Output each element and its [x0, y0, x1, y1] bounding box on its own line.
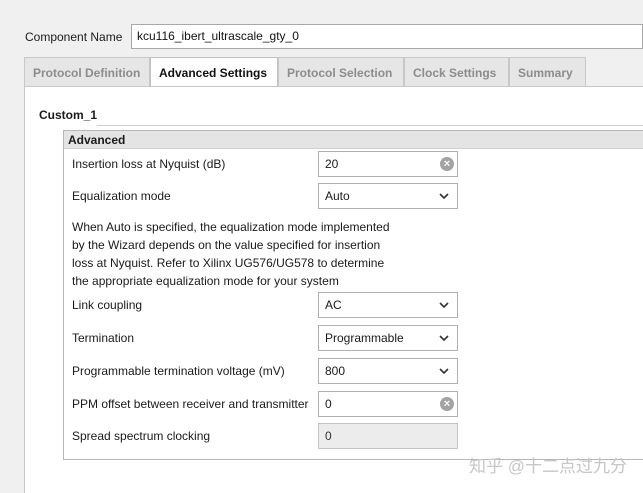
- link-coupling-value: AC: [325, 298, 342, 312]
- tab-summary[interactable]: Summary: [509, 57, 586, 86]
- description-line: When Auto is specified, the equalization…: [72, 220, 390, 234]
- advanced-settings-panel: Custom_1 Advanced Insertion loss at Nyqu…: [24, 86, 643, 493]
- component-name-input[interactable]: kcu116_ibert_ultrascale_gty_0: [131, 24, 643, 49]
- link-coupling-label: Link coupling: [72, 298, 143, 312]
- equalization-mode-value: Auto: [325, 189, 350, 203]
- description-line: loss at Nyquist. Refer to Xilinx UG576/U…: [72, 256, 385, 270]
- link-coupling-select[interactable]: AC: [318, 292, 458, 318]
- watermark: 知乎 @十二点过九分: [469, 457, 627, 476]
- ppm-offset-input[interactable]: 0 ×: [318, 391, 458, 417]
- termination-value: Programmable: [325, 331, 404, 345]
- group-title: Advanced: [64, 131, 643, 149]
- spread-spectrum-value: 0: [325, 429, 332, 443]
- chevron-down-icon: [439, 335, 449, 342]
- chevron-down-icon: [439, 302, 449, 309]
- equalization-description: When Auto is specified, the equalization…: [72, 218, 412, 290]
- description-line: by the Wizard depends on the value speci…: [72, 238, 381, 252]
- tab-advanced-settings[interactable]: Advanced Settings: [150, 57, 278, 87]
- ppm-offset-value: 0: [325, 397, 332, 411]
- ppm-offset-label: PPM offset between receiver and transmit…: [72, 397, 309, 411]
- chevron-down-icon: [439, 368, 449, 375]
- advanced-group: Advanced Insertion loss at Nyquist (dB) …: [63, 130, 643, 460]
- termination-select[interactable]: Programmable: [318, 325, 458, 351]
- section-title: Custom_1: [39, 108, 98, 122]
- spread-spectrum-input: 0: [318, 423, 458, 449]
- spread-spectrum-label: Spread spectrum clocking: [72, 429, 211, 443]
- clear-icon[interactable]: ×: [440, 397, 454, 411]
- termination-voltage-select[interactable]: 800: [318, 358, 458, 384]
- equalization-mode-select[interactable]: Auto: [318, 183, 458, 209]
- chevron-down-icon: [439, 193, 449, 200]
- tab-protocol-definition[interactable]: Protocol Definition: [24, 57, 150, 86]
- tab-clock-settings[interactable]: Clock Settings: [404, 57, 509, 86]
- section-divider: [97, 125, 643, 126]
- insertion-loss-input[interactable]: 20 ×: [318, 151, 458, 177]
- termination-voltage-label: Programmable termination voltage (mV): [72, 364, 285, 378]
- equalization-mode-label: Equalization mode: [72, 189, 171, 203]
- termination-label: Termination: [72, 331, 135, 345]
- tab-protocol-selection[interactable]: Protocol Selection: [278, 57, 404, 86]
- component-name-label: Component Name: [25, 30, 123, 44]
- tab-bar: Protocol Definition Advanced Settings Pr…: [24, 57, 643, 87]
- description-line: the appropriate equalization mode for yo…: [72, 274, 339, 288]
- termination-voltage-value: 800: [325, 364, 346, 378]
- clear-icon[interactable]: ×: [440, 157, 454, 171]
- insertion-loss-value: 20: [325, 157, 339, 171]
- insertion-loss-label: Insertion loss at Nyquist (dB): [72, 157, 226, 171]
